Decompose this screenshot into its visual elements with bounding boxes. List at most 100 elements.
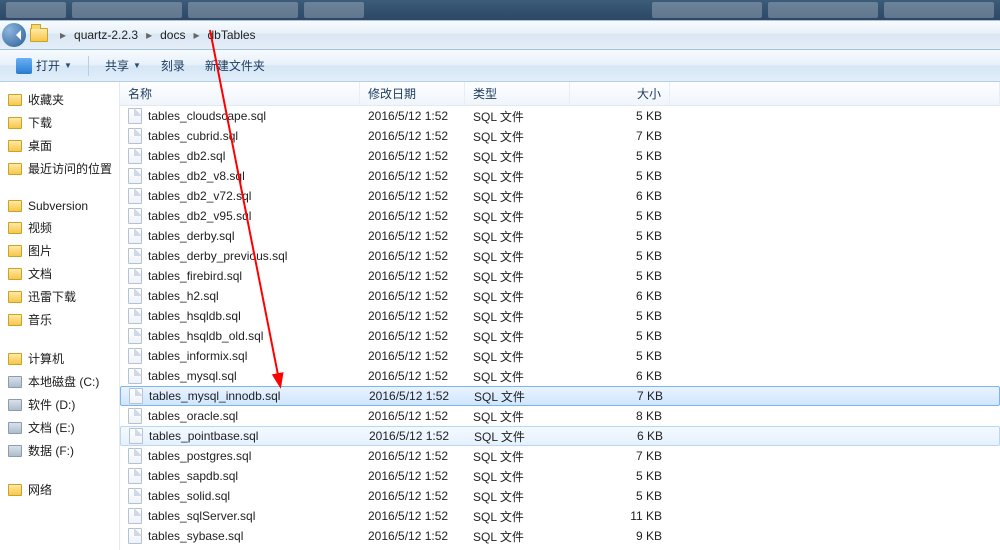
cell-type: SQL 文件 bbox=[465, 128, 570, 145]
sidebar-item-label: 网络 bbox=[28, 481, 52, 498]
table-row[interactable]: tables_postgres.sql2016/5/12 1:52SQL 文件7… bbox=[120, 446, 1000, 466]
sidebar-item[interactable]: 文档 (E:) bbox=[0, 416, 119, 439]
sidebar-item[interactable]: 数据 (F:) bbox=[0, 439, 119, 462]
cell-date: 2016/5/12 1:52 bbox=[360, 209, 465, 223]
column-type-label: 类型 bbox=[473, 85, 497, 102]
cell-type: SQL 文件 bbox=[466, 428, 571, 445]
share-button[interactable]: 共享 ▼ bbox=[97, 54, 149, 77]
column-size[interactable]: 大小 bbox=[570, 82, 670, 105]
taskbar-tab[interactable] bbox=[304, 2, 364, 18]
cell-date: 2016/5/12 1:52 bbox=[360, 449, 465, 463]
folder-icon bbox=[8, 140, 22, 152]
newfolder-button[interactable]: 新建文件夹 bbox=[197, 54, 273, 77]
folder-icon bbox=[8, 245, 22, 257]
table-row[interactable]: tables_oracle.sql2016/5/12 1:52SQL 文件8 K… bbox=[120, 406, 1000, 426]
cell-type: SQL 文件 bbox=[465, 308, 570, 325]
table-row[interactable]: tables_mysql_innodb.sql2016/5/12 1:52SQL… bbox=[120, 386, 1000, 406]
table-row[interactable]: tables_informix.sql2016/5/12 1:52SQL 文件5… bbox=[120, 346, 1000, 366]
sidebar-item-label: 软件 (D:) bbox=[28, 396, 75, 413]
breadcrumb-part[interactable]: quartz-2.2.3 bbox=[72, 28, 140, 42]
cell-type: SQL 文件 bbox=[465, 148, 570, 165]
cell-name: tables_solid.sql bbox=[120, 488, 360, 504]
sidebar-item[interactable]: 最近访问的位置 bbox=[0, 157, 119, 180]
file-icon bbox=[128, 148, 142, 164]
table-row[interactable]: tables_solid.sql2016/5/12 1:52SQL 文件5 KB bbox=[120, 486, 1000, 506]
sidebar-item[interactable]: 网络 bbox=[0, 478, 119, 501]
table-row[interactable]: tables_derby_previous.sql2016/5/12 1:52S… bbox=[120, 246, 1000, 266]
sidebar-item[interactable]: 迅雷下载 bbox=[0, 285, 119, 308]
cell-type: SQL 文件 bbox=[465, 228, 570, 245]
table-row[interactable]: tables_h2.sql2016/5/12 1:52SQL 文件6 KB bbox=[120, 286, 1000, 306]
open-button[interactable]: 打开 ▼ bbox=[8, 54, 80, 77]
column-date-label: 修改日期 bbox=[368, 85, 416, 102]
taskbar-tab[interactable] bbox=[884, 2, 994, 18]
table-row[interactable]: tables_sapdb.sql2016/5/12 1:52SQL 文件5 KB bbox=[120, 466, 1000, 486]
main-area: 收藏夹下载桌面最近访问的位置 Subversion视频图片文档迅雷下载音乐计算机本… bbox=[0, 82, 1000, 550]
file-icon bbox=[128, 348, 142, 364]
table-row[interactable]: tables_sqlServer.sql2016/5/12 1:52SQL 文件… bbox=[120, 506, 1000, 526]
column-name-label: 名称 bbox=[128, 85, 152, 102]
cell-name: tables_h2.sql bbox=[120, 288, 360, 304]
table-row[interactable]: tables_db2_v8.sql2016/5/12 1:52SQL 文件5 K… bbox=[120, 166, 1000, 186]
file-name: tables_sqlServer.sql bbox=[148, 509, 255, 523]
sidebar-item[interactable]: 音乐 bbox=[0, 308, 119, 331]
breadcrumb-sep: ▸ bbox=[187, 28, 205, 42]
cell-size: 5 KB bbox=[570, 349, 670, 363]
sidebar-item[interactable]: 桌面 bbox=[0, 134, 119, 157]
table-row[interactable]: tables_cloudscape.sql2016/5/12 1:52SQL 文… bbox=[120, 106, 1000, 126]
sidebar-item[interactable]: 下载 bbox=[0, 111, 119, 134]
file-name: tables_db2.sql bbox=[148, 149, 225, 163]
sidebar-item-label: 迅雷下载 bbox=[28, 288, 76, 305]
taskbar-tab[interactable] bbox=[6, 2, 66, 18]
table-row[interactable]: tables_sybase.sql2016/5/12 1:52SQL 文件9 K… bbox=[120, 526, 1000, 546]
drive-icon bbox=[8, 399, 22, 411]
drive-icon bbox=[8, 376, 22, 388]
column-type[interactable]: 类型 bbox=[465, 82, 570, 105]
table-row[interactable]: tables_db2.sql2016/5/12 1:52SQL 文件5 KB bbox=[120, 146, 1000, 166]
column-date[interactable]: 修改日期 bbox=[360, 82, 465, 105]
breadcrumb-part[interactable]: dbTables bbox=[206, 28, 258, 42]
breadcrumb-part[interactable]: docs bbox=[158, 28, 187, 42]
table-row[interactable]: tables_hsqldb_old.sql2016/5/12 1:52SQL 文… bbox=[120, 326, 1000, 346]
cell-date: 2016/5/12 1:52 bbox=[361, 429, 466, 443]
sidebar-item[interactable]: 软件 (D:) bbox=[0, 393, 119, 416]
sidebar-gap bbox=[0, 331, 119, 347]
folder-icon bbox=[8, 268, 22, 280]
folder-icon bbox=[8, 94, 22, 106]
cell-date: 2016/5/12 1:52 bbox=[360, 109, 465, 123]
back-button[interactable] bbox=[2, 23, 26, 47]
table-row[interactable]: tables_hsqldb.sql2016/5/12 1:52SQL 文件5 K… bbox=[120, 306, 1000, 326]
sidebar-item-label: 图片 bbox=[28, 242, 52, 259]
sidebar-item-label: 收藏夹 bbox=[28, 91, 64, 108]
table-row[interactable]: tables_cubrid.sql2016/5/12 1:52SQL 文件7 K… bbox=[120, 126, 1000, 146]
sidebar-item[interactable]: 文档 bbox=[0, 262, 119, 285]
sidebar-item[interactable]: Subversion bbox=[0, 196, 119, 216]
column-size-label: 大小 bbox=[637, 85, 661, 102]
taskbar-tab[interactable] bbox=[188, 2, 298, 18]
table-row[interactable]: tables_mysql.sql2016/5/12 1:52SQL 文件6 KB bbox=[120, 366, 1000, 386]
sidebar-item[interactable]: 收藏夹 bbox=[0, 88, 119, 111]
breadcrumb[interactable]: ▸ quartz-2.2.3 ▸ docs ▸ dbTables bbox=[54, 28, 258, 42]
table-row[interactable]: tables_firebird.sql2016/5/12 1:52SQL 文件5… bbox=[120, 266, 1000, 286]
cell-type: SQL 文件 bbox=[465, 468, 570, 485]
cell-type: SQL 文件 bbox=[465, 528, 570, 545]
sidebar-item[interactable]: 本地磁盘 (C:) bbox=[0, 370, 119, 393]
folder-icon bbox=[8, 291, 22, 303]
column-spacer bbox=[670, 82, 1000, 105]
table-row[interactable]: tables_db2_v72.sql2016/5/12 1:52SQL 文件6 … bbox=[120, 186, 1000, 206]
table-row[interactable]: tables_db2_v95.sql2016/5/12 1:52SQL 文件5 … bbox=[120, 206, 1000, 226]
sidebar-gap bbox=[0, 180, 119, 196]
sidebar-item[interactable]: 计算机 bbox=[0, 347, 119, 370]
column-name[interactable]: 名称 bbox=[120, 82, 360, 105]
sidebar-item[interactable]: 视频 bbox=[0, 216, 119, 239]
taskbar-tab[interactable] bbox=[72, 2, 182, 18]
burn-button[interactable]: 刻录 bbox=[153, 54, 193, 77]
taskbar-tab[interactable] bbox=[652, 2, 762, 18]
file-name: tables_oracle.sql bbox=[148, 409, 238, 423]
cell-date: 2016/5/12 1:52 bbox=[360, 369, 465, 383]
taskbar-tab[interactable] bbox=[768, 2, 878, 18]
table-row[interactable]: tables_pointbase.sql2016/5/12 1:52SQL 文件… bbox=[120, 426, 1000, 446]
table-row[interactable]: tables_derby.sql2016/5/12 1:52SQL 文件5 KB bbox=[120, 226, 1000, 246]
cell-size: 7 KB bbox=[571, 389, 671, 403]
sidebar-item[interactable]: 图片 bbox=[0, 239, 119, 262]
